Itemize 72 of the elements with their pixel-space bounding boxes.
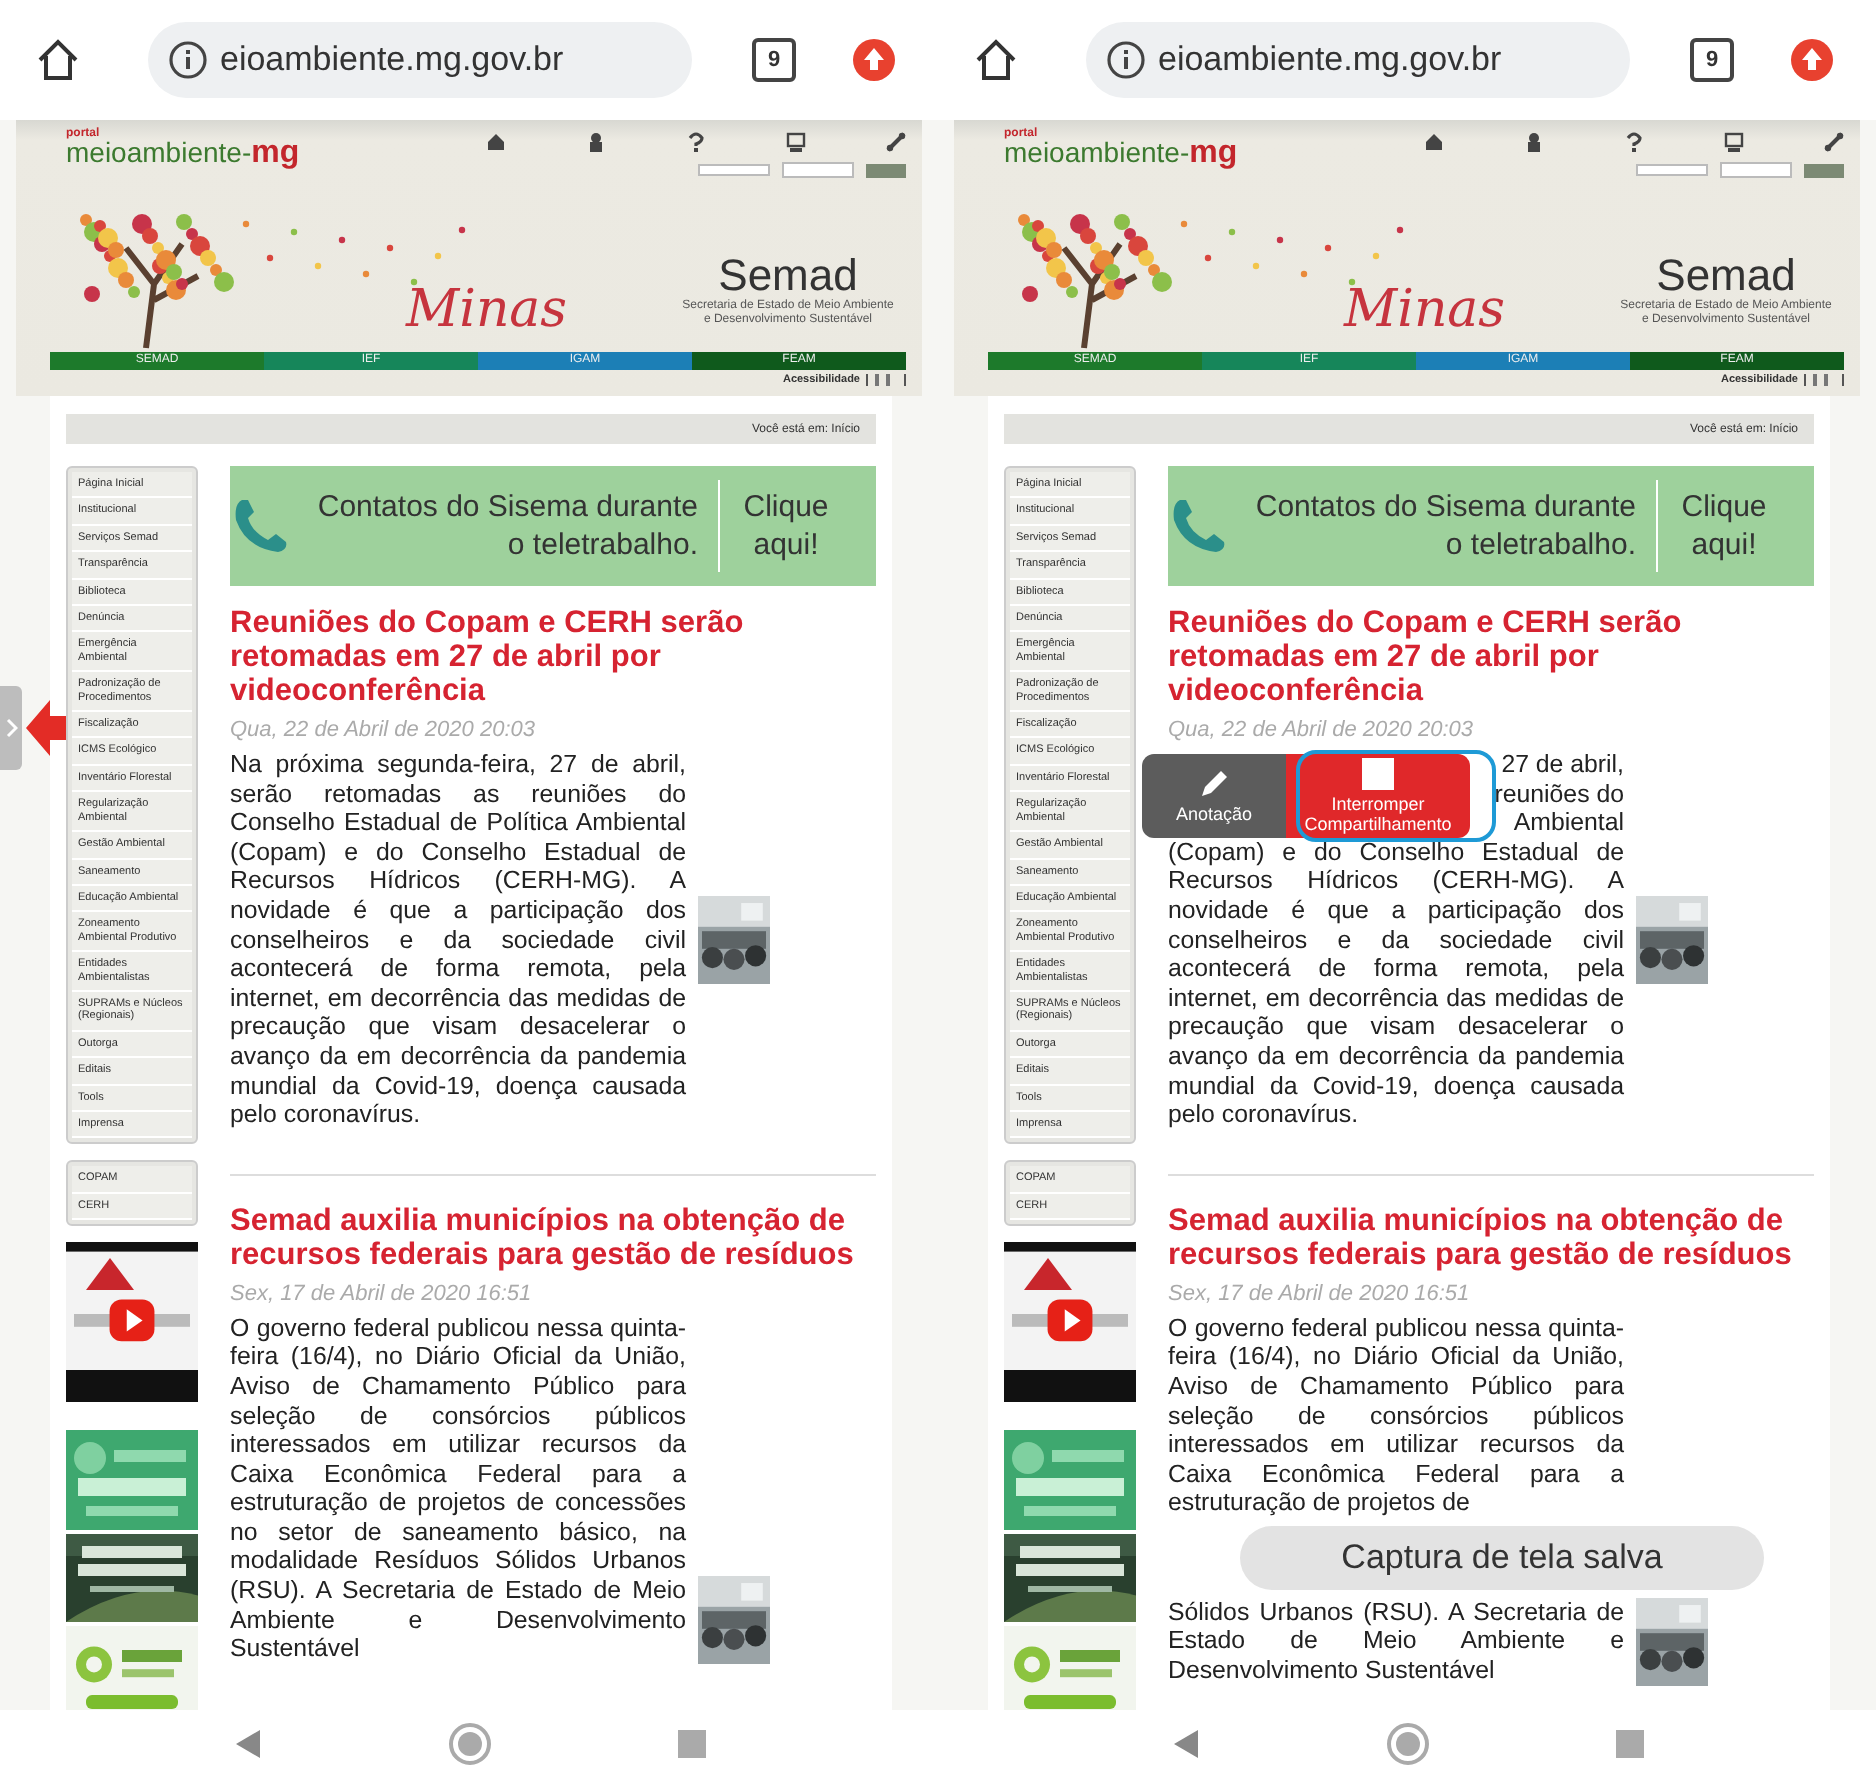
arrow-left-icon xyxy=(26,700,66,756)
recents-icon[interactable] xyxy=(1615,1729,1643,1757)
banner-link[interactable]: Clique aqui! xyxy=(718,480,852,572)
logo-script-text: Minas xyxy=(406,280,568,340)
article-title[interactable]: Semad auxilia municípios na obtenção de recursos federais para gestão de resíduos xyxy=(1168,1203,1814,1272)
article-title[interactable]: Reuniões do Copam e CERH serão retomadas em 27 de abril por videoconferência xyxy=(230,606,876,708)
arrow-up-icon[interactable] xyxy=(1790,38,1834,82)
site-logo[interactable]: meioambiente-mg xyxy=(1004,140,1238,166)
chevron-right-icon xyxy=(5,718,17,738)
address-bar[interactable]: eioambiente.mg.gov.br xyxy=(1086,22,1630,98)
help-icon[interactable] xyxy=(1624,132,1644,152)
contact-banner[interactable]: Contatos do Sisema durante o teletrabalho. Clique aqui! xyxy=(230,466,876,586)
phone-icon xyxy=(230,496,290,556)
search-button[interactable] xyxy=(866,163,906,177)
screenshot-saved-toast: Captura de tela salva xyxy=(1240,1525,1764,1590)
person-icon[interactable] xyxy=(586,132,606,152)
contact-banner[interactable]: Contatos do Sisema durante o teletrabalho. Clique aqui! xyxy=(1168,466,1814,586)
monitor-icon[interactable] xyxy=(786,132,806,152)
monitor-icon[interactable] xyxy=(1724,132,1744,152)
info-icon xyxy=(1106,40,1146,80)
article-title[interactable]: Semad auxilia municípios na obtenção de recursos federais para gestão de resíduos xyxy=(230,1203,876,1272)
phone-icon xyxy=(1168,496,1228,556)
home-icon[interactable] xyxy=(1424,132,1444,152)
home-icon[interactable] xyxy=(486,132,506,152)
url-text: eioambiente.mg.gov.br xyxy=(1158,40,1502,80)
article-date: Qua, 22 de Abril de 2020 20:03 xyxy=(230,718,537,742)
stop-sharing-button[interactable]: Interromper Compartilhamento xyxy=(1286,754,1470,838)
home-icon[interactable] xyxy=(36,38,80,82)
article-text: (Copam) e do Conselho Estadual de Recursos Hídricos (CERH-MG). A novidade é que a participação dos conselheiros e da sociedade civil acontecerá de forma remota, pela internet, em decorrência das medidas de precaução que visam desacelerar o avanço da em decorrência da pandemia mundial da Covid-19, doença causada pelo coronavírus. xyxy=(1168,837,1624,1130)
article-text-fragment: Ambiental xyxy=(1513,808,1624,837)
article-text: O governo federal publicou nessa quinta-feira (16/4), no Diário Oficial da União, Aviso de Chamamento Público para seleção de consórcios públicos interessados em utilizar recursos da Caixa Econômica Federal para a estruturação de projetos de xyxy=(1168,1313,1624,1518)
article-text-fragment: 27 de abril, xyxy=(1501,750,1624,778)
link-icon[interactable] xyxy=(1824,132,1844,152)
home-icon[interactable] xyxy=(974,38,1018,82)
tab-count-button[interactable]: 9 xyxy=(752,38,796,82)
info-icon xyxy=(168,40,208,80)
search-button[interactable] xyxy=(1804,163,1844,177)
stop-icon xyxy=(1362,758,1394,790)
site-title: Semad xyxy=(1656,252,1796,300)
article-text-fragment: reuniões do xyxy=(1494,779,1624,808)
address-bar[interactable]: eioambiente.mg.gov.br xyxy=(148,22,692,98)
url-text: eioambiente.mg.gov.br xyxy=(220,40,564,80)
article-text: O governo federal publicou nessa quinta-feira (16/4), no Diário Oficial da União, Aviso de Chamamento Público para seleção de consórcios públicos interessados em utilizar recursos da Caixa Econômica Federal para a estruturação de projetos de concessões no setor de saneamento básico, na modalidade Resíduos Sólidos Urbanos (RSU). A Secretaria de Estado de Meio Ambiente e Desenvolvimento Sustentável xyxy=(230,1313,686,1664)
home-button-icon[interactable] xyxy=(447,1721,491,1765)
help-icon[interactable] xyxy=(686,132,706,152)
banner-text: Contatos do Sisema durante o teletrabalho. xyxy=(1253,488,1636,564)
search-field[interactable] xyxy=(1720,162,1792,178)
tab-count-button[interactable]: 9 xyxy=(1690,38,1734,82)
site-logo[interactable]: meioambiente-mg xyxy=(66,140,300,166)
link-icon[interactable] xyxy=(886,132,906,152)
article-date: Qua, 22 de Abril de 2020 20:03 xyxy=(1168,718,1475,742)
font-size-controls[interactable] xyxy=(866,374,906,386)
annotation-button[interactable]: Anotação xyxy=(1142,754,1286,838)
search-field[interactable] xyxy=(782,162,854,178)
article-title[interactable]: Reuniões do Copam e CERH serão retomadas em 27 de abril por videoconferência xyxy=(1168,606,1814,708)
article-date: Sex, 17 de Abril de 2020 16:51 xyxy=(230,1281,534,1306)
banner-link[interactable]: Clique aqui! xyxy=(1656,480,1790,572)
banner-text: Contatos do Sisema durante o teletrabalho. xyxy=(315,488,698,564)
article-text: Sólidos Urbanos (RSU). A Secretaria de Estado de Meio Ambiente e Desenvolvimento Sustentável xyxy=(1168,1597,1624,1686)
home-button-icon[interactable] xyxy=(1385,1721,1429,1765)
recents-icon[interactable] xyxy=(677,1729,705,1757)
back-icon[interactable] xyxy=(1171,1727,1199,1759)
person-icon[interactable] xyxy=(1524,132,1544,152)
article-date: Sex, 17 de Abril de 2020 16:51 xyxy=(1168,1281,1472,1306)
side-panel-handle[interactable] xyxy=(0,686,22,770)
font-size-controls[interactable] xyxy=(1804,374,1844,386)
site-title: Semad xyxy=(718,252,858,300)
pencil-icon xyxy=(1198,768,1230,800)
logo-script-text: Minas xyxy=(1344,280,1506,340)
article-text: Na próxima segunda-feira, 27 de abril, serão retomadas as reuniões do Conselho Estadual de Política Ambiental (Copam) e do Conselho Estadual de Recursos Hídricos (CERH-MG). A novidade é que a participação dos conselheiros e da sociedade civil acontecerá de forma remota, pela internet, em decorrência das medidas de precaução que visam desacelerar o avanço da em decorrência da pandemia mundial da Covid-19, doença causada pelo coronavírus. xyxy=(230,750,686,1130)
back-icon[interactable] xyxy=(233,1727,261,1759)
arrow-up-icon[interactable] xyxy=(852,38,896,82)
